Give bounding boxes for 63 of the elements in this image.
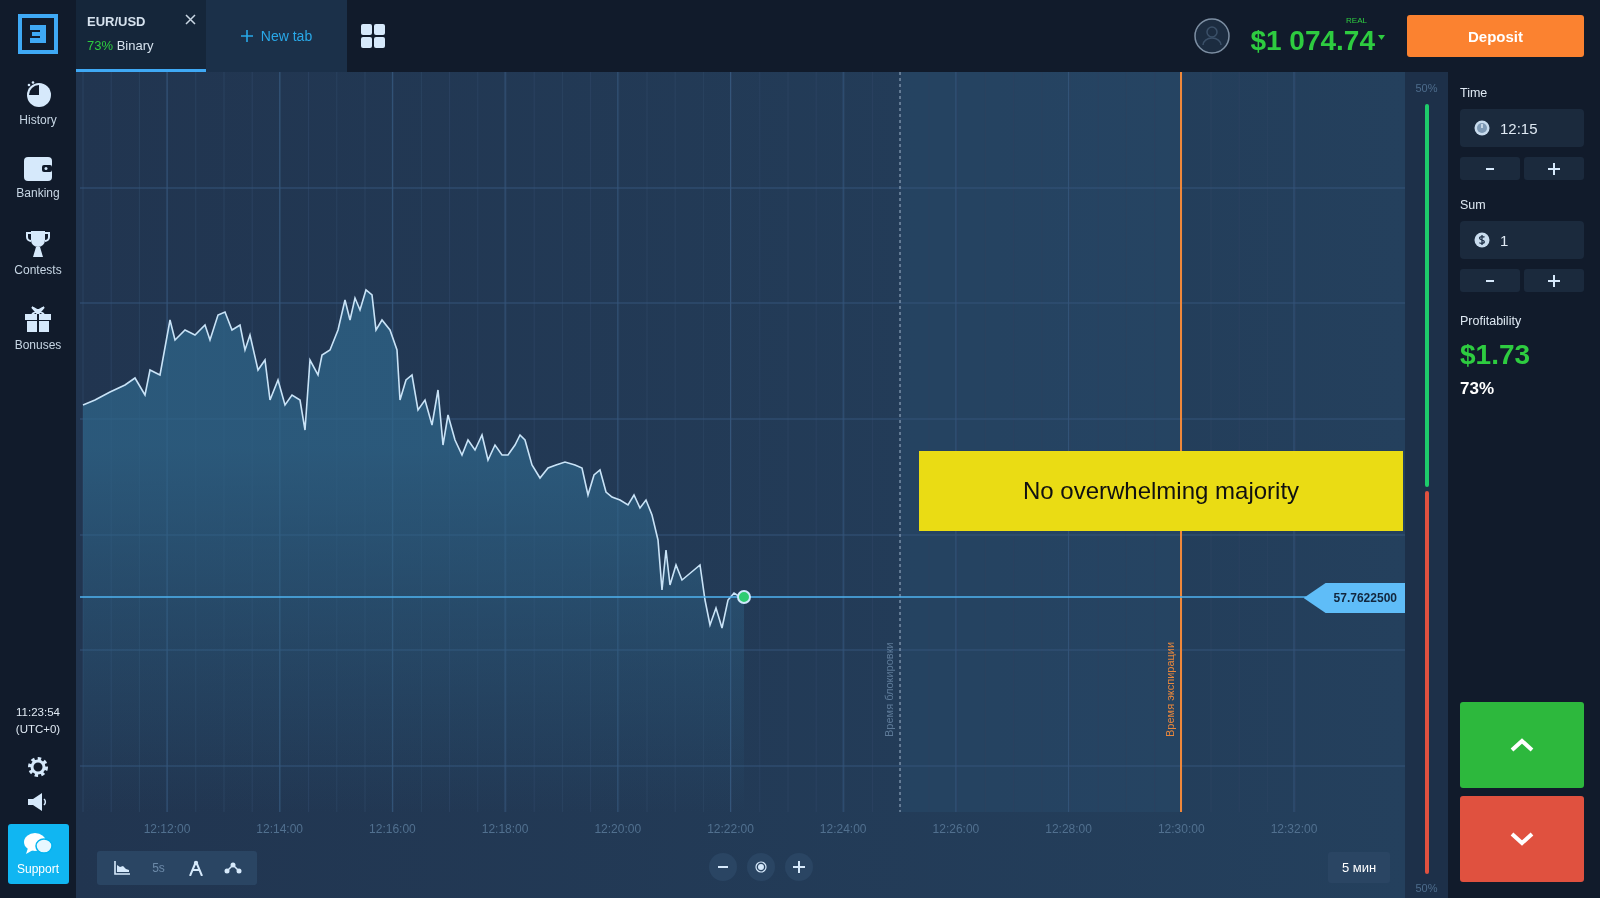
compass-icon <box>188 860 203 876</box>
current-price-dot <box>737 590 751 604</box>
timezone-label: (UTC+0) <box>15 722 61 737</box>
avatar-button[interactable] <box>1194 18 1231 54</box>
buyers-percent: 50% <box>1415 82 1438 94</box>
profitability-label: Profitability <box>1460 314 1523 328</box>
grid-icon <box>361 24 385 48</box>
close-icon <box>185 14 196 25</box>
settings-icon <box>27 756 49 778</box>
time-axis-label: 12:14:00 <box>256 822 304 836</box>
timeframe-button[interactable]: 5 мин <box>1328 852 1390 883</box>
minus-icon <box>1486 279 1494 282</box>
time-axis-label: 12:16:00 <box>369 822 416 836</box>
sum-label: Sum <box>1460 198 1487 212</box>
plus-icon <box>793 861 805 873</box>
time-field[interactable]: 12:15 <box>1460 109 1584 147</box>
notice-banner: No overwhelming majority <box>919 451 1403 531</box>
nodes-icon <box>223 862 242 874</box>
trophy-icon <box>24 230 52 258</box>
layout-button[interactable] <box>361 24 385 48</box>
plus-icon <box>1548 162 1560 175</box>
balance-dropdown[interactable]: $1 074.74 <box>1250 24 1385 57</box>
minus-icon <box>1486 167 1494 170</box>
sellers-percent: 50% <box>1415 882 1438 894</box>
asset-tab[interactable]: EUR/USD 73% Binary <box>76 0 206 72</box>
time-axis-label: 12:12:00 <box>143 822 191 836</box>
sound-button[interactable] <box>27 792 49 812</box>
chevron-up-icon <box>1510 738 1534 752</box>
sidebar-item[interactable]: Contests <box>0 216 76 291</box>
lock-time-label: Время блокировки <box>883 642 895 737</box>
profit-percent: 73% <box>1460 379 1496 399</box>
sidebar-item[interactable]: Bonuses <box>0 291 76 366</box>
sum-field[interactable]: 1 <box>1460 221 1584 259</box>
clock-icon <box>24 80 52 108</box>
increase-sum-button[interactable] <box>1524 269 1584 292</box>
time-axis-label: 12:22:00 <box>707 822 754 836</box>
time-label: Time <box>1460 86 1489 100</box>
account-mode-label: REAL <box>1346 15 1367 25</box>
gift-icon <box>24 305 52 333</box>
logo-icon <box>18 14 58 54</box>
user-icon <box>1194 18 1231 54</box>
time-axis-label: 12:20:00 <box>594 822 642 836</box>
speaker-icon <box>27 792 49 812</box>
dollar-coin-icon <box>1474 232 1490 248</box>
settings-button[interactable] <box>27 756 49 778</box>
wallet-icon <box>24 157 52 181</box>
time-axis-label: 12:18:00 <box>481 822 529 836</box>
chevron-down-icon <box>1510 832 1534 846</box>
time-axis-label: 12:24:00 <box>819 822 867 836</box>
clock-time: 11:23:54 <box>16 705 60 720</box>
clock-icon <box>1474 120 1490 136</box>
sidebar-item[interactable]: History <box>0 66 76 141</box>
new-tab-button[interactable]: New tab <box>206 0 347 72</box>
expiry-time-label: Время экспирации <box>1164 641 1176 737</box>
minus-icon <box>718 866 728 868</box>
caret-icon <box>1378 34 1385 40</box>
area-chart-icon <box>113 861 130 875</box>
increase-time-button[interactable] <box>1524 157 1584 180</box>
sidebar-item[interactable]: Banking <box>0 141 76 216</box>
plus-icon <box>240 30 253 42</box>
profit-amount: $1.73 <box>1460 339 1532 371</box>
target-icon <box>755 861 767 873</box>
plus-icon <box>1548 274 1560 287</box>
